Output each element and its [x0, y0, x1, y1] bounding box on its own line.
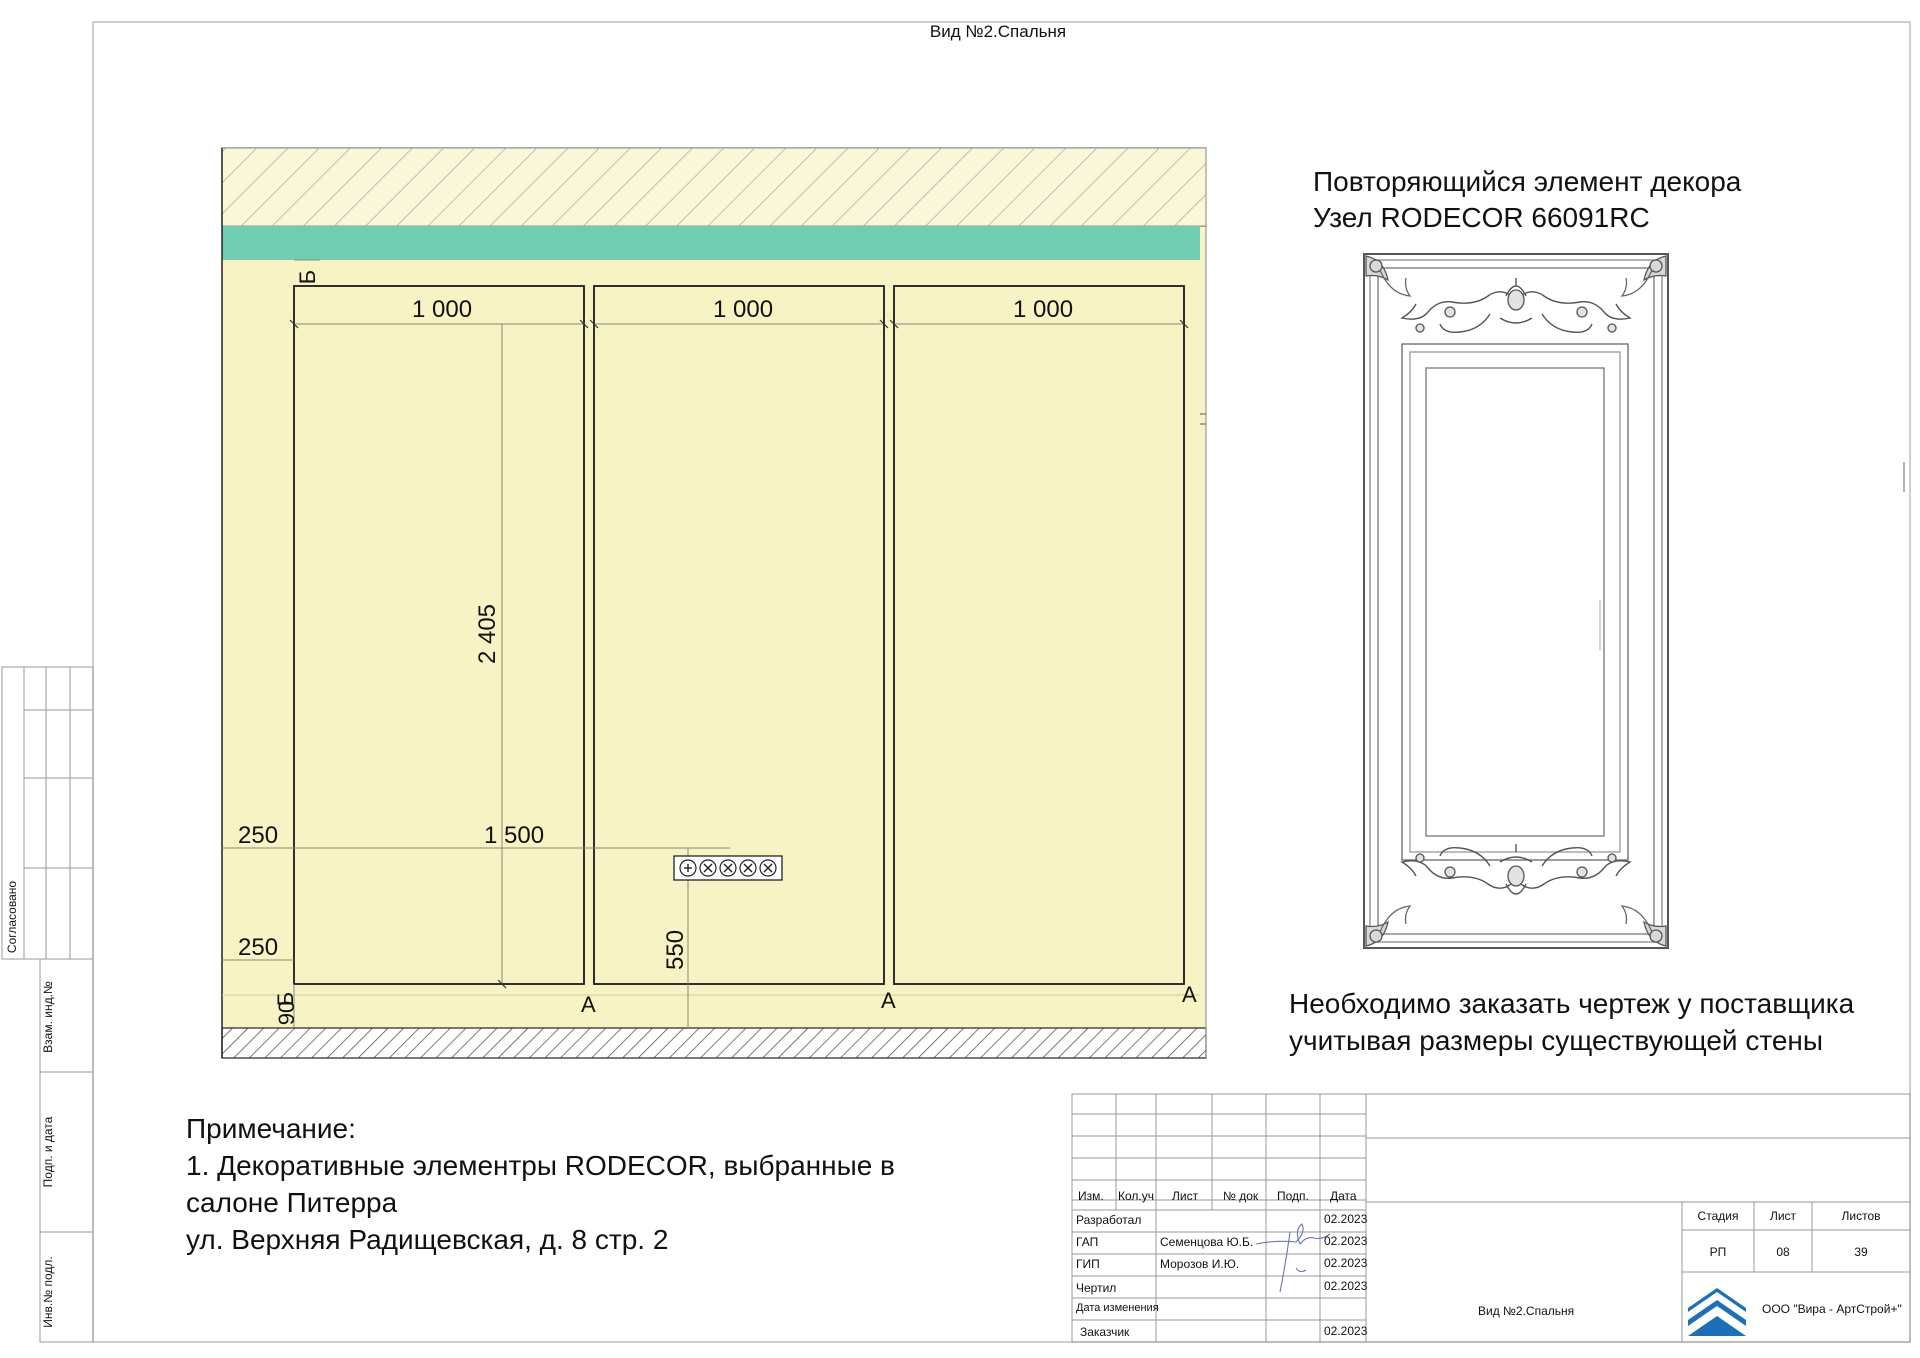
tb-date: 02.2023	[1324, 1212, 1368, 1226]
tb-date: 02.2023	[1324, 1324, 1368, 1338]
tb-role: Дата изменения	[1076, 1302, 1159, 1314]
tb-header-podp: Подп.	[1277, 1189, 1309, 1203]
tb-header-list: Лист	[1172, 1189, 1199, 1203]
tb-sheet-value: 08	[1776, 1245, 1790, 1259]
tb-role: Заказчик	[1080, 1325, 1130, 1339]
decor-caption-line-1: Повторяющийся элемент декора	[1313, 166, 1742, 197]
decor-caption-line-2: Узел RODECOR 66091RC	[1313, 202, 1650, 233]
tb-role: Разработал	[1076, 1213, 1142, 1227]
stamp-soglasovano: Согласовано	[5, 880, 19, 954]
dim-panel-width-3: 1 000	[1013, 296, 1074, 323]
sheet-title: Вид №2.Спальня	[929, 22, 1067, 41]
tb-view-name: Вид №2.Спальня	[1478, 1304, 1575, 1318]
tb-header-izm: Изм.	[1078, 1189, 1104, 1203]
tb-header-date: Дата	[1330, 1189, 1357, 1203]
marker-a-2: А	[881, 988, 896, 1013]
tb-date: 02.2023	[1324, 1279, 1368, 1293]
dim-panel-width-1: 1 000	[412, 296, 473, 323]
order-note-line-1: Необходимо заказать чертеж у поставщика	[1289, 988, 1855, 1019]
dim-socket-height: 550	[662, 929, 689, 970]
tb-header-kol: Кол.уч	[1118, 1189, 1154, 1203]
stamp-podp-data: Подп. и дата	[41, 1116, 55, 1188]
tb-name: Морозов И.Ю.	[1160, 1257, 1240, 1271]
tb-role: ГИП	[1076, 1257, 1100, 1271]
dim-panel-height: 2 405	[474, 603, 501, 665]
decor-panel-illustration	[1363, 253, 1669, 949]
tb-role: Чертил	[1076, 1281, 1117, 1295]
tb-date: 02.2023	[1324, 1234, 1368, 1248]
tb-stage-label: Стадия	[1697, 1209, 1739, 1223]
note-line-2: салоне Питерра	[186, 1187, 398, 1218]
tb-stage-value: РП	[1709, 1245, 1727, 1259]
stamp-vzam: Взам. инд.№	[41, 981, 55, 1053]
socket-block	[673, 855, 783, 881]
signature	[1255, 1223, 1331, 1293]
tb-company-name: ООО "Вира - АртСтрой+"	[1762, 1302, 1902, 1316]
tb-sheets-value: 39	[1854, 1245, 1868, 1259]
marker-b-bottom: Б	[273, 991, 298, 1007]
marker-a-3: А	[1182, 982, 1197, 1007]
tb-name: Семенцова Ю.Б.	[1160, 1235, 1254, 1249]
note-line-3: ул. Верхняя Радищевская, д. 8 стр. 2	[186, 1224, 669, 1255]
dim-250-bottom: 250	[238, 934, 279, 961]
tb-date: 02.2023	[1324, 1256, 1368, 1270]
marker-b-top: Б	[295, 269, 320, 285]
note-line-1: 1. Декоративные элементры RODECOR, выбра…	[186, 1150, 895, 1181]
tb-header-doc: № док	[1223, 1189, 1259, 1203]
tb-sheet-label: Лист	[1769, 1209, 1797, 1223]
stamp-inv: Инв.№ подл.	[41, 1256, 55, 1328]
molding-band	[222, 226, 1200, 260]
dim-1500: 1 500	[484, 822, 545, 849]
dim-250-top: 250	[238, 822, 279, 849]
wall-area	[222, 148, 1206, 1028]
tb-sheets-label: Листов	[1841, 1209, 1881, 1223]
order-note-line-2: учитывая размеры существующей стены	[1289, 1025, 1823, 1056]
note-heading: Примечание:	[186, 1113, 356, 1144]
tb-role: ГАП	[1076, 1235, 1099, 1249]
marker-a-1: А	[581, 992, 596, 1017]
dim-panel-width-2: 1 000	[713, 296, 774, 323]
company-logo	[1686, 1276, 1748, 1338]
